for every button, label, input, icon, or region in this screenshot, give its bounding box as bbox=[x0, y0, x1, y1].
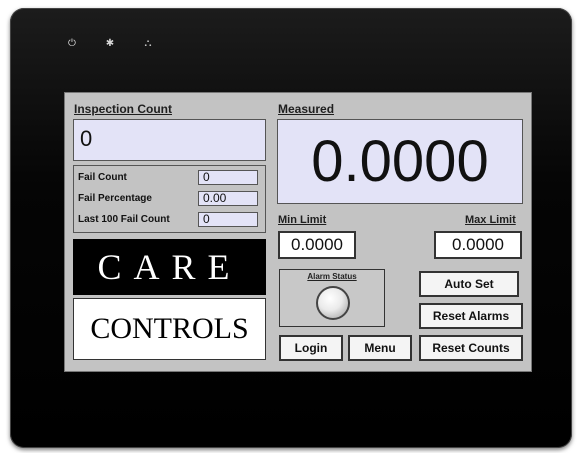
fail-percentage-label: Fail Percentage bbox=[78, 193, 152, 204]
fail-panel: Fail Count 0 Fail Percentage 0.00 Last 1… bbox=[73, 165, 266, 233]
alarm-status-panel: Alarm Status bbox=[279, 269, 385, 327]
max-limit-label: Max Limit bbox=[465, 214, 516, 226]
measured-value: 0.0000 bbox=[277, 119, 523, 204]
reset-alarms-button[interactable]: Reset Alarms bbox=[419, 303, 523, 329]
last-100-fail-count-label: Last 100 Fail Count bbox=[78, 214, 170, 225]
logo-care: CARE bbox=[73, 239, 266, 295]
alarm-indicator-light bbox=[316, 286, 350, 320]
login-button[interactable]: Login bbox=[279, 335, 343, 361]
min-limit-label: Min Limit bbox=[278, 214, 327, 226]
sun-icon: ✱ bbox=[105, 38, 115, 49]
menu-button[interactable]: Menu bbox=[348, 335, 412, 361]
network-icon: ⛬ bbox=[144, 38, 152, 49]
measured-label: Measured bbox=[278, 102, 335, 116]
alarm-status-label: Alarm Status bbox=[307, 272, 357, 281]
fail-percentage-value: 0.00 bbox=[198, 191, 258, 206]
auto-set-button[interactable]: Auto Set bbox=[419, 271, 519, 297]
last-100-fail-count-value: 0 bbox=[198, 212, 258, 227]
hmi-screen: Inspection Count 0 Fail Count 0 Fail Per… bbox=[64, 92, 532, 372]
logo-controls: CONTROLS bbox=[73, 298, 266, 360]
reset-counts-button[interactable]: Reset Counts bbox=[419, 335, 523, 361]
fail-count-label: Fail Count bbox=[78, 172, 127, 183]
fail-count-value: 0 bbox=[198, 170, 258, 185]
inspection-count-label: Inspection Count bbox=[74, 102, 172, 116]
inspection-count-value: 0 bbox=[73, 119, 266, 161]
min-limit-input[interactable]: 0.0000 bbox=[278, 231, 356, 259]
max-limit-input[interactable]: 0.0000 bbox=[434, 231, 522, 259]
power-icon: ⏻ bbox=[68, 38, 76, 49]
